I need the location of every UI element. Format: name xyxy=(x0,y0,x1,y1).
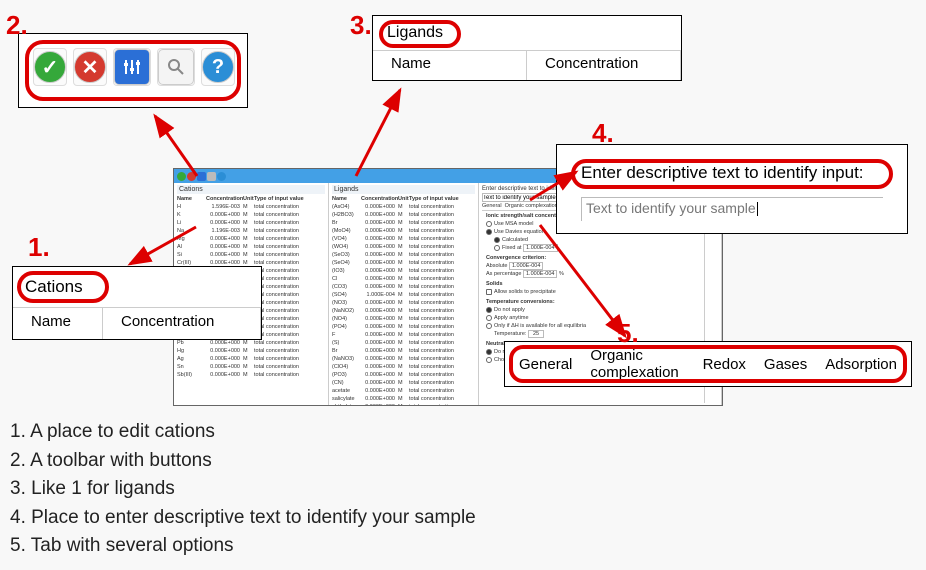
callout-ligands: Ligands Name Concentration xyxy=(372,15,682,81)
marker-5: 5. xyxy=(617,318,639,349)
marker-2: 2. xyxy=(6,10,28,41)
table-row[interactable]: (SeO3)0.000E+000Mtotal concentration xyxy=(332,251,475,259)
check-icon[interactable] xyxy=(177,172,186,181)
explain-1: 1. A place to edit cations xyxy=(10,418,476,447)
table-row[interactable]: (H2BO3)0.000E+000Mtotal concentration xyxy=(332,211,475,219)
table-row[interactable]: Br0.000E+000Mtotal concentration xyxy=(332,347,475,355)
explain-4: 4. Place to enter descriptive text to id… xyxy=(10,504,476,533)
table-row[interactable]: H1.596E-003Mtotal concentration xyxy=(177,203,325,211)
calculated-radio[interactable] xyxy=(494,237,500,243)
col-conc: Concentration xyxy=(527,51,681,80)
cations-title: Cations xyxy=(177,185,325,194)
table-row[interactable]: Si0.000E+000Mtotal concentration xyxy=(177,251,325,259)
callout-tabs: General Organic complexation Redox Gases… xyxy=(504,341,912,387)
marker-1: 1. xyxy=(28,232,50,263)
table-row[interactable]: (CN)0.000E+000Mtotal concentration xyxy=(332,379,475,387)
col-name: Name xyxy=(177,195,203,203)
temp-none-radio[interactable] xyxy=(486,307,492,313)
table-row[interactable]: Pb0.000E+000Mtotal concentration xyxy=(177,339,325,347)
allow-solids-check[interactable] xyxy=(486,289,492,295)
tab-organic[interactable]: Organic complexation xyxy=(505,203,558,209)
desc-input[interactable]: Text to identify your sample xyxy=(581,197,883,221)
explain-5: 5. Tab with several options xyxy=(10,532,476,561)
table-row[interactable]: (PO4)0.000E+000Mtotal concentration xyxy=(332,323,475,331)
callout-descriptive: Enter descriptive text to identify input… xyxy=(556,144,908,234)
use-msa-radio[interactable] xyxy=(486,221,492,227)
solids-label: Solids xyxy=(486,280,702,288)
table-row[interactable]: acetate0.000E+000Mtotal concentration xyxy=(332,387,475,395)
marker-3: 3. xyxy=(350,10,372,41)
magnify-icon[interactable] xyxy=(207,172,216,181)
table-row[interactable]: Li0.000E+000Mtotal concentration xyxy=(177,219,325,227)
ligands-title: Ligands xyxy=(332,185,475,194)
table-row[interactable]: K0.000E+000Mtotal concentration xyxy=(177,211,325,219)
pct-input[interactable]: 1.000E-004 xyxy=(523,270,557,278)
callout-cations: Cations Name Concentration xyxy=(12,266,262,340)
abs-input[interactable]: 1.000E-004 xyxy=(509,262,543,270)
table-row[interactable]: (ClO4)0.000E+000Mtotal concentration xyxy=(332,363,475,371)
table-row[interactable]: Sb(III)0.000E+000Mtotal concentration xyxy=(177,371,325,379)
ligands-title: Ligands xyxy=(387,24,443,42)
temp-always-radio[interactable] xyxy=(486,315,492,321)
table-row[interactable]: (VO4)0.000E+000Mtotal concentration xyxy=(332,235,475,243)
marker-4: 4. xyxy=(592,118,614,149)
cations-title: Cations xyxy=(25,277,83,297)
temp-cond-radio[interactable] xyxy=(486,323,492,329)
temp-input[interactable]: 25 xyxy=(528,330,544,338)
table-row[interactable]: Cl0.000E+000Mtotal concentration xyxy=(332,275,475,283)
table-row[interactable]: phthalate0.000E+000Mtotal concentration xyxy=(332,403,475,405)
temp-label: Temperature conversions: xyxy=(486,298,702,306)
col-unit: Unit xyxy=(243,195,251,203)
table-row[interactable]: (WO4)0.000E+000Mtotal concentration xyxy=(332,243,475,251)
explain-2: 2. A toolbar with buttons xyxy=(10,447,476,476)
desc-label: Enter descriptive text to identify input… xyxy=(581,163,864,183)
col-name: Name xyxy=(13,308,103,339)
help-icon[interactable] xyxy=(217,172,226,181)
table-row[interactable]: (NO4)0.000E+000Mtotal concentration xyxy=(332,315,475,323)
table-row[interactable]: salicylate0.000E+000Mtotal concentration xyxy=(332,395,475,403)
table-row[interactable]: Al0.000E+000Mtotal concentration xyxy=(177,243,325,251)
table-row[interactable]: (MoO4)0.000E+000Mtotal concentration xyxy=(332,227,475,235)
explain-3: 3. Like 1 for ligands xyxy=(10,475,476,504)
col-name: Name xyxy=(373,51,527,80)
table-row[interactable]: (NaNO3)0.000E+000Mtotal concentration xyxy=(332,355,475,363)
table-row[interactable]: Br0.000E+000Mtotal concentration xyxy=(332,219,475,227)
table-row[interactable]: F0.000E+000Mtotal concentration xyxy=(332,331,475,339)
cross-icon[interactable] xyxy=(187,172,196,181)
neut-choose-radio[interactable] xyxy=(486,357,492,363)
fixed-radio[interactable] xyxy=(494,245,500,251)
tab-general[interactable]: General xyxy=(482,203,502,209)
col-type: Type of input value xyxy=(254,195,310,203)
table-row[interactable]: (NO3)0.000E+000Mtotal concentration xyxy=(332,299,475,307)
col-conc: Concentration xyxy=(103,308,261,339)
table-row[interactable]: Na1.196E-003Mtotal concentration xyxy=(177,227,325,235)
sliders-icon[interactable] xyxy=(197,172,206,181)
ligands-panel[interactable]: Ligands Name Concentration Unit Type of … xyxy=(329,183,479,405)
table-row[interactable]: (S)0.000E+000Mtotal concentration xyxy=(332,339,475,347)
col-conc: Concentration xyxy=(206,195,240,203)
table-row[interactable]: Ag0.000E+000Mtotal concentration xyxy=(177,355,325,363)
conv-label: Convergence criterion: xyxy=(486,254,702,262)
table-row[interactable]: (CO3)0.000E+000Mtotal concentration xyxy=(332,283,475,291)
neut-none-radio[interactable] xyxy=(486,349,492,355)
explanation-list: 1. A place to edit cations 2. A toolbar … xyxy=(10,418,476,561)
table-row[interactable]: (AsO4)0.000E+000Mtotal concentration xyxy=(332,203,475,211)
callout-toolbar: ✓ ✕ ? xyxy=(18,33,248,108)
table-row[interactable]: (SO4)1.000E-004Mtotal concentration xyxy=(332,291,475,299)
table-row[interactable]: Sn0.000E+000Mtotal concentration xyxy=(177,363,325,371)
table-row[interactable]: Hg0.000E+000Mtotal concentration xyxy=(177,347,325,355)
table-row[interactable]: (NaNO2)0.000E+000Mtotal concentration xyxy=(332,307,475,315)
table-row[interactable]: Mg0.000E+000Mtotal concentration xyxy=(177,235,325,243)
table-row[interactable]: (SeO4)0.000E+000Mtotal concentration xyxy=(332,259,475,267)
table-row[interactable]: (PO3)0.000E+000Mtotal concentration xyxy=(332,371,475,379)
table-row[interactable]: (IO3)0.000E+000Mtotal concentration xyxy=(332,267,475,275)
use-davies-radio[interactable] xyxy=(486,229,492,235)
